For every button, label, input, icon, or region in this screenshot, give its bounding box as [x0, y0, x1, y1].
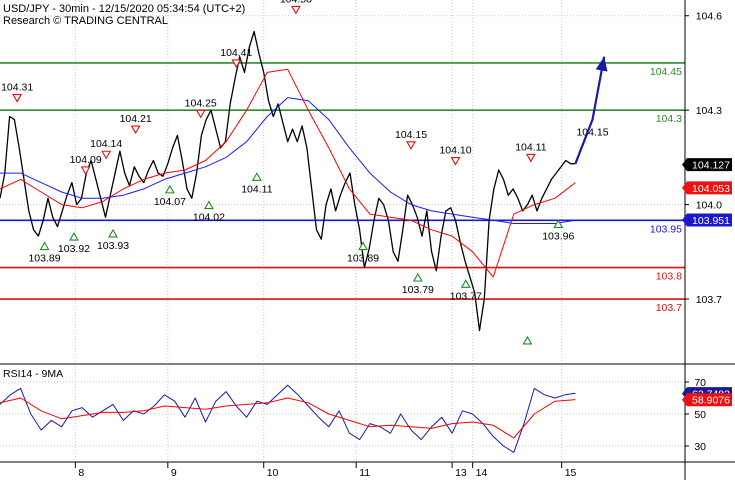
chart-subtitle: Research © TRADING CENTRAL	[3, 15, 168, 27]
swing-low-label: 103.89	[347, 253, 379, 265]
level-label: 103.95	[650, 223, 682, 235]
x-tick-label: 15	[565, 467, 577, 479]
price-tag-label: 104.127	[692, 160, 730, 172]
price-ytick-label: 104.0	[696, 200, 722, 212]
chart-title: USD/JPY - 30min - 12/15/2020 05:34:54 (U…	[3, 3, 245, 15]
swing-high-label: 104.41	[220, 47, 252, 59]
x-tick-label: 11	[359, 467, 370, 479]
swing-low-label: 103.79	[402, 284, 434, 296]
rsi-tag-label: 58.9076	[692, 395, 730, 407]
price-tag-label: 103.951	[692, 215, 730, 227]
rsi-ytick-label: 50	[694, 409, 706, 421]
swing-low-label: 103.89	[28, 253, 60, 265]
annotation-label: 104.15	[576, 126, 608, 138]
x-tick-label: 9	[171, 467, 177, 479]
level-label: 103.8	[656, 271, 682, 283]
price-ytick-label: 103.7	[696, 294, 722, 306]
level-label: 104.45	[650, 66, 682, 78]
rsi-ytick-label: 30	[694, 441, 706, 453]
rsi-title: RSI14 - 9MA	[3, 368, 63, 380]
level-label: 103.7	[656, 302, 682, 314]
price-ytick-label: 104.3	[696, 105, 722, 117]
swing-low-label: 103.77	[450, 290, 482, 302]
price-tag-label: 104.053	[692, 183, 730, 195]
swing-low-label: 104.11	[241, 183, 272, 195]
swing-low-label: 103.92	[58, 243, 90, 255]
swing-high-label: 104.25	[185, 97, 217, 109]
price-ytick-label: 104.6	[696, 11, 722, 23]
swing-low-label: 104.02	[193, 212, 225, 224]
x-tick-label: 8	[78, 467, 84, 479]
swing-high-label: 104.14	[90, 138, 122, 150]
level-label: 104.3	[656, 113, 682, 125]
swing-low-label: 104.07	[154, 196, 186, 208]
swing-high-label: 104.11	[515, 141, 546, 153]
x-tick-label: 14	[476, 467, 488, 479]
swing-high-label: 104.09	[70, 154, 102, 166]
chart-root: 104.45 104.3 103.95 103.8 103.7 104.31 104.14 1…	[0, 0, 735, 480]
swing-high-label: 104.10	[439, 145, 471, 157]
x-tick-label: 13	[455, 467, 467, 479]
swing-high-label: 104.31	[1, 82, 33, 94]
swing-low-label: 103.93	[97, 240, 129, 252]
x-tick-label: 10	[267, 467, 279, 479]
swing-high-label: 104.21	[120, 113, 152, 125]
swing-high-label: 104.58	[280, 0, 312, 5]
swing-high-label: 104.15	[395, 129, 427, 141]
swing-low-label: 103.96	[542, 230, 574, 242]
